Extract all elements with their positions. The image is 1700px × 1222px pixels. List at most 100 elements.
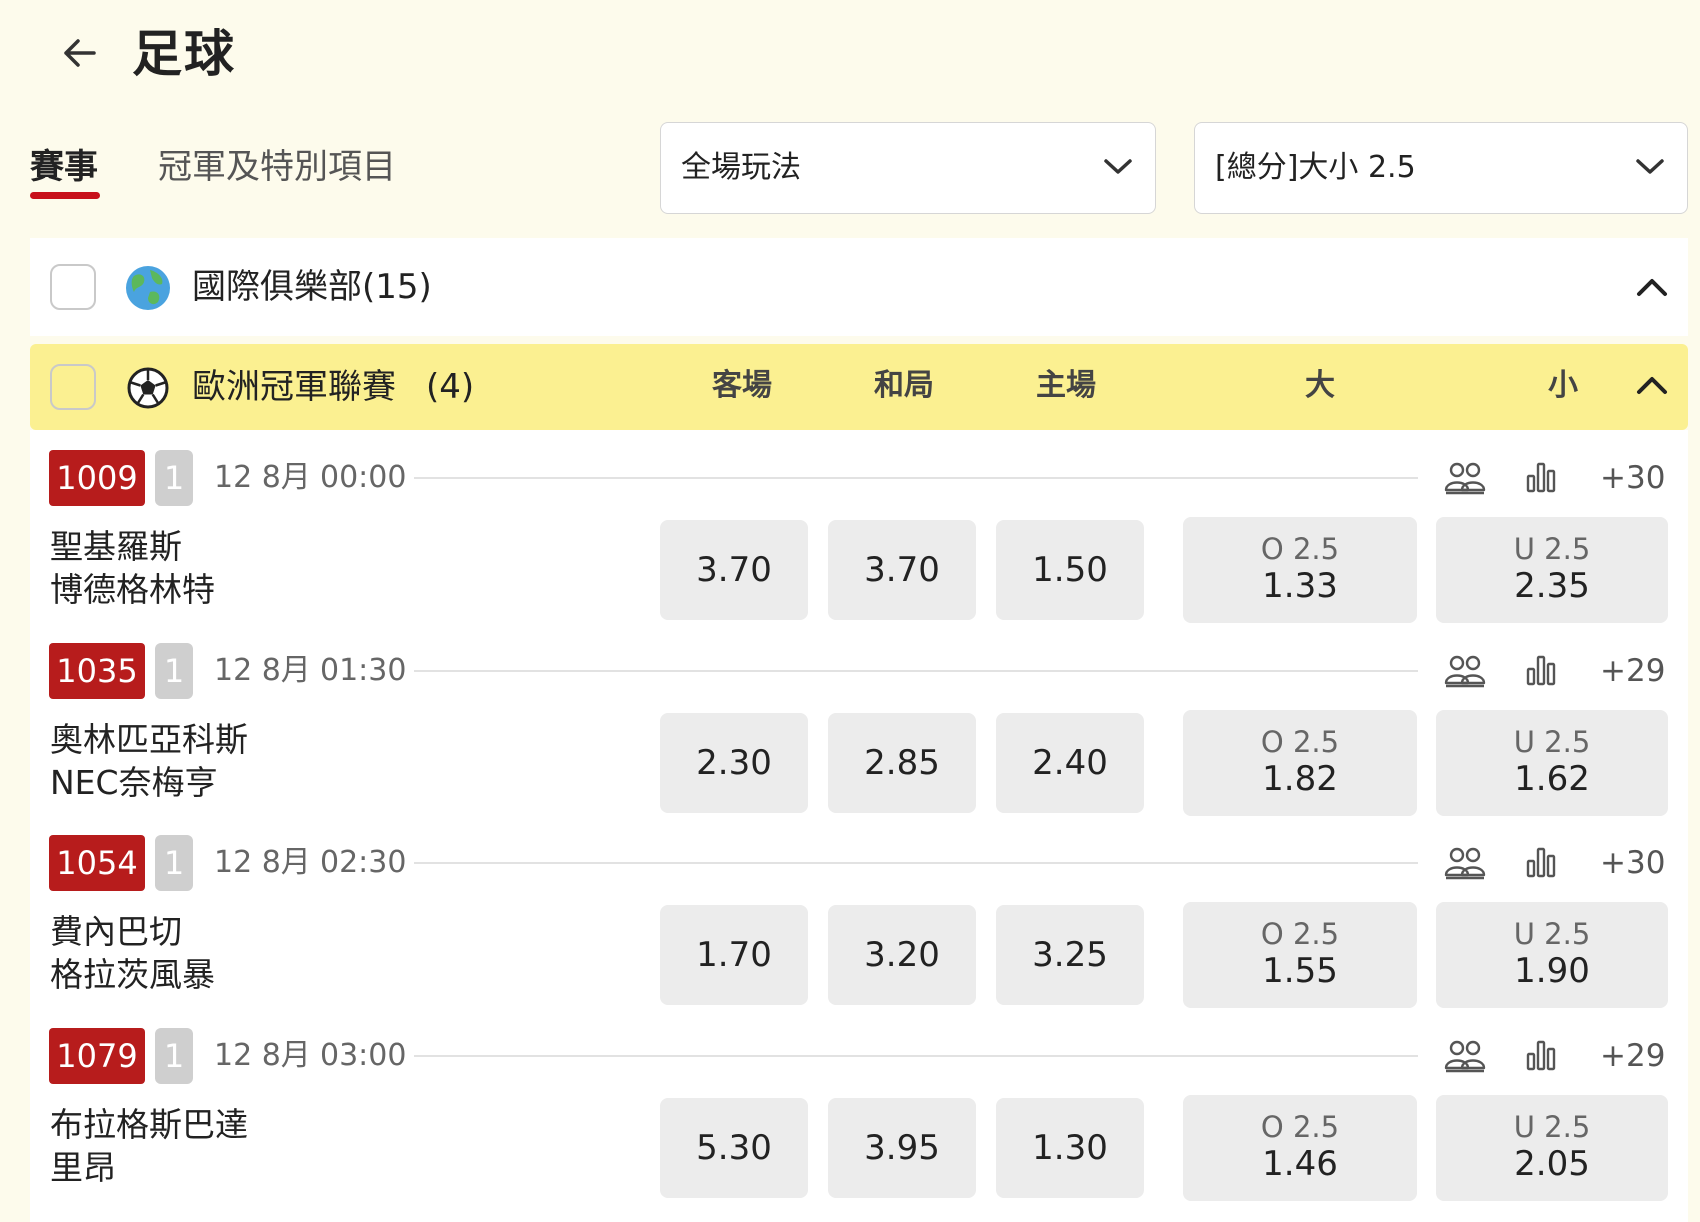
lineups-icon[interactable]: [1444, 653, 1486, 689]
odds-draw-button[interactable]: 2.85: [828, 713, 976, 813]
match-date: 12 8月: [214, 845, 311, 880]
team-home-name: 布拉格斯巴達: [50, 1105, 248, 1144]
divider: [414, 477, 1418, 479]
lineups-icon[interactable]: [1444, 460, 1486, 496]
odds-draw-button[interactable]: 3.95: [828, 1098, 976, 1198]
odds-under-button[interactable]: U 2.5 2.35: [1436, 517, 1668, 623]
odds-home-button[interactable]: 3.25: [996, 905, 1144, 1005]
column-header-draw: 和局: [874, 368, 934, 403]
stats-icon[interactable]: [1526, 460, 1556, 494]
divider: [414, 862, 1418, 864]
odds-value: 1.50: [1032, 550, 1108, 590]
odds-home-button[interactable]: 2.40: [996, 713, 1144, 813]
odds-draw-button[interactable]: 3.70: [828, 520, 976, 620]
divider: [414, 1055, 1418, 1057]
odds-value: 1.82: [1262, 759, 1338, 799]
more-markets-link[interactable]: +29: [1600, 1036, 1665, 1076]
match-id-badge: 1079: [49, 1028, 145, 1084]
line-select[interactable]: [總分]大小 2.5: [1194, 122, 1688, 214]
column-header-home: 主場: [1036, 368, 1096, 403]
team-home-name: 奧林匹亞科斯: [50, 720, 248, 759]
odds-away-button[interactable]: 3.70: [660, 520, 808, 620]
match-date: 12 8月: [214, 653, 311, 688]
odds-value: 1.33: [1262, 566, 1338, 606]
league-name: 歐洲冠軍聯賽: [192, 367, 396, 407]
odds-value: 3.95: [864, 1128, 940, 1168]
league-checkbox[interactable]: [50, 364, 96, 410]
odds-away-button[interactable]: 5.30: [660, 1098, 808, 1198]
back-arrow-icon[interactable]: [58, 30, 108, 76]
lineups-icon[interactable]: [1444, 1038, 1486, 1074]
odds-home-button[interactable]: 1.30: [996, 1098, 1144, 1198]
team-home-name: 費內巴切: [50, 912, 182, 951]
odds-value: 3.25: [1032, 935, 1108, 975]
tab-outrights[interactable]: 冠軍及特別項目: [158, 146, 396, 188]
stats-icon[interactable]: [1526, 653, 1556, 687]
odds-under-button[interactable]: U 2.5 2.05: [1436, 1095, 1668, 1201]
league-row-international-clubs[interactable]: 國際俱樂部 (15): [30, 238, 1688, 336]
team-away-name: 格拉茨風暴: [50, 955, 215, 994]
match-id-badge: 1054: [49, 835, 145, 891]
more-markets-link[interactable]: +29: [1600, 651, 1665, 691]
match-count-badge: 1: [155, 450, 193, 506]
active-tab-indicator: [30, 192, 100, 199]
odds-value: 1.62: [1514, 759, 1590, 799]
chevron-up-icon[interactable]: [1636, 374, 1668, 396]
odds-home-button[interactable]: 1.50: [996, 520, 1144, 620]
odds-away-button[interactable]: 2.30: [660, 713, 808, 813]
odds-value: 1.70: [696, 935, 772, 975]
odds-value: 1.90: [1514, 951, 1590, 991]
odds-value: 2.35: [1514, 566, 1590, 606]
market-select[interactable]: 全場玩法: [660, 122, 1156, 214]
match-time: 00:00: [320, 460, 407, 495]
league-row-champions-league[interactable]: 歐洲冠軍聯賽 (4) 客場 和局 主場 大 小: [30, 344, 1688, 430]
odds-value: 2.85: [864, 743, 940, 783]
stats-icon[interactable]: [1526, 845, 1556, 879]
odds-value: 2.05: [1514, 1144, 1590, 1184]
odds-line-label: O 2.5: [1260, 532, 1340, 566]
odds-value: 3.70: [864, 550, 940, 590]
column-header-over: 大: [1305, 368, 1335, 403]
odds-away-button[interactable]: 1.70: [660, 905, 808, 1005]
league-checkbox[interactable]: [50, 264, 96, 310]
team-away-name: 里昂: [50, 1148, 116, 1187]
match-date: 12 8月: [214, 460, 311, 495]
divider: [414, 670, 1418, 672]
stats-icon[interactable]: [1526, 1038, 1556, 1072]
match-time: 01:30: [320, 653, 407, 688]
chevron-up-icon[interactable]: [1636, 276, 1668, 298]
odds-line-label: U 2.5: [1513, 725, 1591, 759]
odds-line-label: O 2.5: [1260, 725, 1340, 759]
odds-line-label: O 2.5: [1260, 917, 1340, 951]
odds-over-button[interactable]: O 2.5 1.55: [1183, 902, 1417, 1008]
tab-events[interactable]: 賽事: [30, 146, 98, 188]
odds-value: 5.30: [696, 1128, 772, 1168]
odds-under-button[interactable]: U 2.5 1.90: [1436, 902, 1668, 1008]
more-markets-link[interactable]: +30: [1600, 458, 1665, 498]
team-away-name: NEC奈梅亨: [50, 763, 218, 802]
match-id-badge: 1035: [49, 643, 145, 699]
more-markets-link[interactable]: +30: [1600, 843, 1665, 883]
match-id-badge: 1009: [49, 450, 145, 506]
team-away-name: 博德格林特: [50, 570, 215, 609]
column-header-under: 小: [1548, 368, 1578, 403]
odds-under-button[interactable]: U 2.5 1.62: [1436, 710, 1668, 816]
league-name: 國際俱樂部: [192, 267, 362, 307]
lineups-icon[interactable]: [1444, 845, 1486, 881]
odds-over-button[interactable]: O 2.5 1.82: [1183, 710, 1417, 816]
market-select-value: 全場玩法: [681, 150, 801, 185]
odds-draw-button[interactable]: 3.20: [828, 905, 976, 1005]
column-header-away: 客場: [712, 368, 772, 403]
line-select-value: [總分]大小 2.5: [1215, 150, 1416, 185]
odds-value: 3.20: [864, 935, 940, 975]
globe-icon: [126, 266, 170, 310]
page-title: 足球: [132, 25, 236, 83]
odds-over-button[interactable]: O 2.5 1.46: [1183, 1095, 1417, 1201]
match-count-badge: 1: [155, 643, 193, 699]
odds-value: 3.70: [696, 550, 772, 590]
chevron-down-icon: [1636, 159, 1664, 174]
odds-line-label: U 2.5: [1513, 917, 1591, 951]
odds-line-label: U 2.5: [1513, 1110, 1591, 1144]
odds-over-button[interactable]: O 2.5 1.33: [1183, 517, 1417, 623]
odds-value: 1.30: [1032, 1128, 1108, 1168]
